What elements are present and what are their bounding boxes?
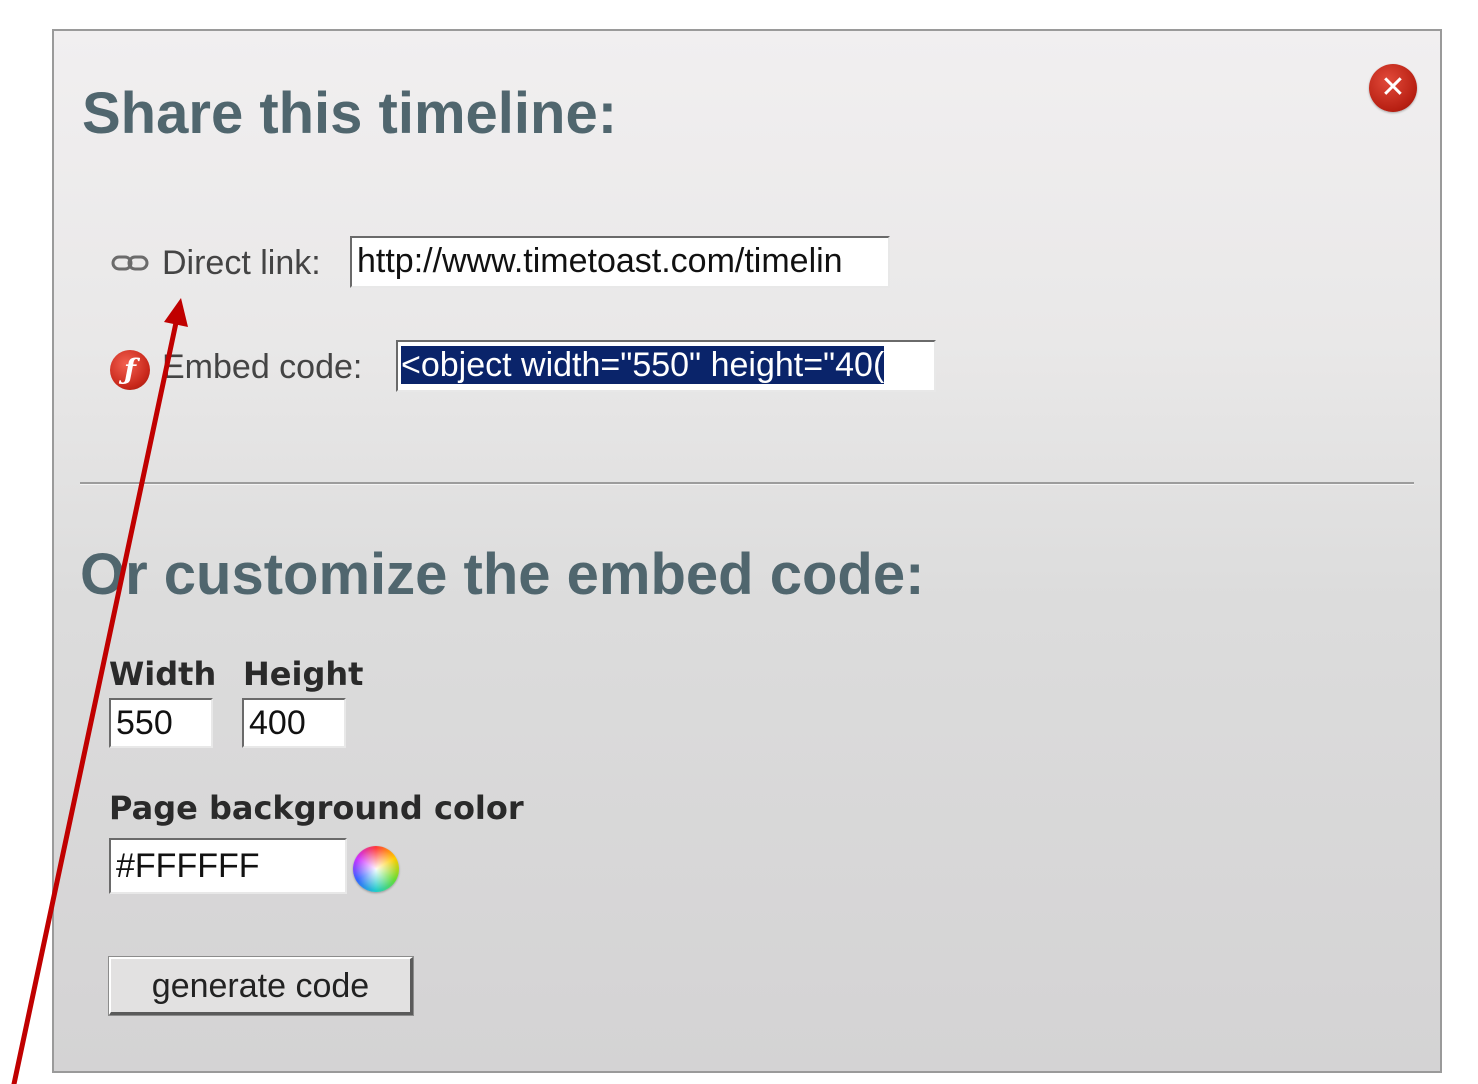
bg-color-label: Page background color <box>109 789 524 827</box>
link-icon <box>111 255 149 271</box>
direct-link-field[interactable]: http://www.timetoast.com/timelin <box>350 236 890 288</box>
height-input[interactable]: 400 <box>242 698 346 748</box>
direct-link-label: Direct link: <box>162 244 321 282</box>
embed-code-selection: <object width="550" height="40( <box>401 346 885 384</box>
share-title: Share this timeline: <box>82 81 618 146</box>
bg-color-input[interactable]: #FFFFFF <box>109 838 347 894</box>
close-icon[interactable]: ✕ <box>1369 64 1417 112</box>
customize-title: Or customize the embed code: <box>80 542 925 607</box>
flash-icon: ƒ <box>110 350 150 390</box>
embed-code-field[interactable]: <object width="550" height="40( <box>396 340 936 392</box>
width-label: Width <box>109 655 217 693</box>
embed-code-label: Embed code: <box>162 348 363 386</box>
generate-code-button[interactable]: generate code <box>108 956 414 1016</box>
section-divider <box>80 482 1414 485</box>
color-wheel-icon[interactable] <box>353 846 399 892</box>
width-input[interactable]: 550 <box>109 698 213 748</box>
height-label: Height <box>243 655 364 693</box>
